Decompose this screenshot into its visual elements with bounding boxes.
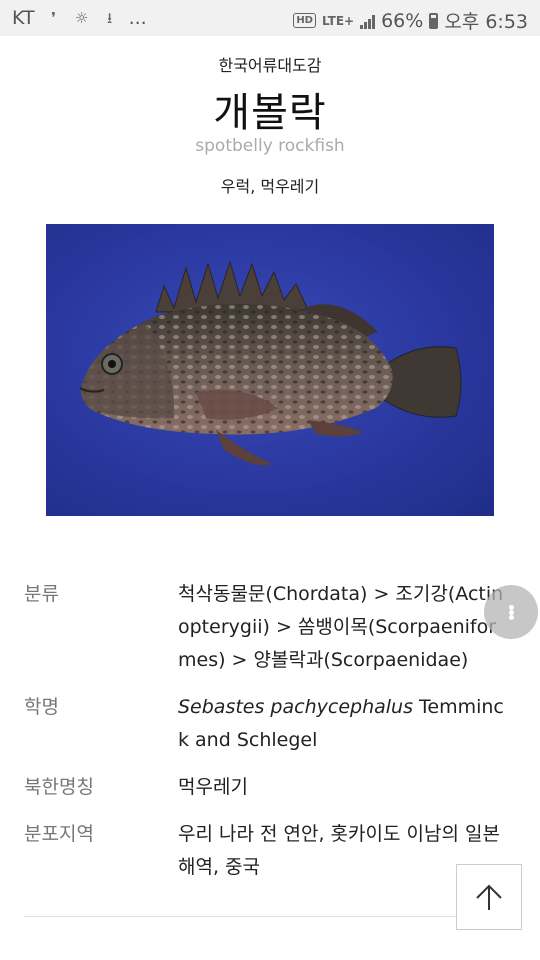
scientific-name-binomial: Sebastes pachycephalus	[178, 696, 413, 718]
status-bar: KT ❜ ☼ ⭳ ... HD LTE+ 66% 오후 6:53	[0, 0, 540, 36]
more-notifications: ...	[128, 7, 147, 29]
battery-percent: 66%	[381, 9, 424, 32]
book-title: 한국어류대도감	[218, 56, 322, 75]
divider	[24, 916, 516, 917]
north-korean-name-value: 먹우레기	[178, 776, 248, 798]
classification-value: 척삭동물문(Chordata) > 조기강(Actinopterygii) > …	[178, 583, 504, 671]
status-left: KT ❜ ☼ ⭳ ...	[12, 7, 147, 29]
north-korean-name-label: 북한명칭	[24, 776, 94, 798]
fish-illustration	[79, 260, 462, 466]
fish-photo[interactable]	[46, 224, 494, 516]
battery-icon	[429, 12, 439, 29]
scientific-name-value: Sebastes pachycephalus Temminck and Schl…	[178, 691, 514, 757]
more-options-button[interactable]	[484, 585, 538, 639]
distribution-row: 분포지역 우리 나라 전 연안, 홋카이도 이남의 일본 해역, 중국	[24, 818, 514, 884]
weather-icon: ☼	[74, 9, 89, 27]
carrier-label: KT	[12, 7, 35, 29]
info-table: 분류 척삭동물문(Chordata) > 조기강(Actinopterygii)…	[24, 578, 514, 898]
alias-names: 우럭, 먹우레기	[220, 177, 320, 196]
scientific-name-label: 학명	[24, 696, 59, 718]
classification-row: 분류 척삭동물문(Chordata) > 조기강(Actinopterygii)…	[24, 578, 514, 677]
hd-icon: HD	[293, 13, 316, 28]
scroll-top-button[interactable]	[456, 864, 522, 930]
signal-icon	[360, 13, 376, 29]
distribution-label: 분포지역	[24, 823, 94, 845]
classification-label: 분류	[24, 583, 59, 605]
status-right: HD LTE+ 66% 오후 6:53	[293, 7, 528, 34]
notification-icon: ❜	[51, 9, 57, 27]
page-title: 개볼락	[213, 90, 327, 136]
more-vertical-icon	[508, 604, 514, 620]
download-icon: ⭳	[106, 9, 113, 27]
north-korean-name-row: 북한명칭 먹우레기	[24, 771, 514, 804]
english-name: spotbelly rockfish	[195, 136, 345, 156]
lte-icon: LTE+	[321, 13, 355, 28]
clock: 오후 6:53	[444, 11, 528, 33]
scientific-name-row: 학명 Sebastes pachycephalus Temminck and S…	[24, 691, 514, 757]
arrow-up-icon	[476, 884, 502, 910]
